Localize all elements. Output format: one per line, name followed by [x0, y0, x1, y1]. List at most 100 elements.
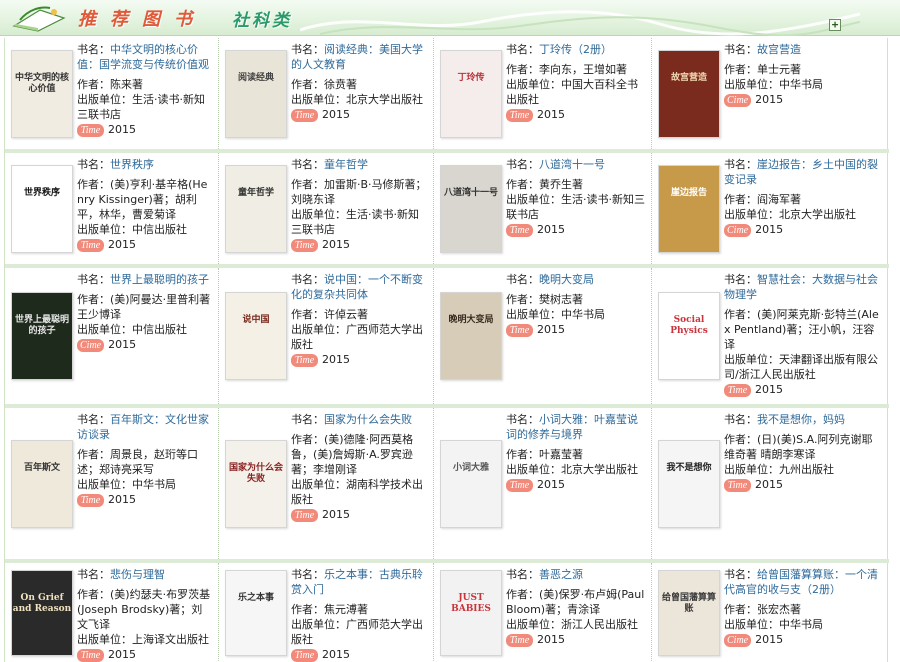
time-badge: Cime: [77, 338, 105, 352]
book-year: 2015: [755, 383, 783, 396]
book-title-label: 书名：: [506, 43, 539, 56]
book-time: Cime 2015: [724, 222, 883, 237]
book-cover-image[interactable]: 世界上最聪明的孩子: [11, 292, 73, 380]
book-title-value[interactable]: 世界秩序: [110, 158, 154, 171]
book-title: 书名：说中国：一个不断变化的复杂共同体: [291, 272, 428, 302]
book-item: 给曾国藩算算账 书名：给曾国藩算算账：一个清代高官的收与支（2册） 作者：张宏杰著出…: [652, 563, 889, 662]
book-info: 书名：童年哲学 作者：加雷斯·B·马修斯著；刘晓东译 出版单位：生活·读书·新知三联…: [291, 157, 428, 252]
book-cover-image[interactable]: 童年哲学: [225, 165, 287, 253]
book-title-label: 书名：: [291, 568, 324, 581]
book-cover-image[interactable]: 百年斯文: [11, 440, 73, 528]
book-title: 书名：阅读经典：美国大学的人文教育: [291, 42, 428, 72]
book-publisher: 出版单位：天津翻译出版有限公司/浙江人民出版社: [724, 352, 883, 382]
book-info: 书名：国家为什么会失败 作者：(美)德隆·阿西莫格鲁，(美)詹姆斯·A.罗宾逊著；…: [291, 412, 428, 522]
time-badge: Time: [506, 323, 533, 337]
book-year: 2015: [108, 493, 136, 506]
book-title: 书名：世界上最聪明的孩子: [77, 272, 213, 287]
book-time: Time 2015: [506, 107, 646, 122]
book-year: 2015: [755, 93, 784, 106]
time-badge: Time: [291, 238, 318, 252]
book-title-value[interactable]: 我不是想你，妈妈: [757, 413, 845, 426]
book-item: 说中国 书名：说中国：一个不断变化的复杂共同体 作者：许倬云著 出版单位：广西师范大学…: [219, 268, 434, 404]
book-publisher-label: 出版单位：: [506, 308, 561, 321]
book-time: Cime 2015: [724, 92, 883, 107]
book-time: Time 2015: [291, 237, 428, 252]
book-cover-image[interactable]: 说中国: [225, 292, 287, 380]
book-author-label: 作者：: [506, 448, 539, 461]
book-cover-title: 百年斯文: [23, 463, 60, 473]
book-cover-image[interactable]: 世界秩序: [11, 165, 73, 253]
book-publisher-value: 中信出版社: [132, 323, 187, 336]
book-info: 书名：丁玲传（2册） 作者：李向东，王增如著 出版单位：中国大百科全书出版社 Time…: [506, 42, 646, 122]
book-author: 作者：黄乔生著: [506, 177, 646, 192]
book-author: 作者：(日)(美)S.A.阿列克谢耶维奇著 晴朗李寒译: [724, 432, 883, 462]
book-title-value[interactable]: 丁玲传（2册）: [539, 43, 612, 56]
book-cover-image[interactable]: 崖边报告: [658, 165, 720, 253]
book-title-value[interactable]: 国家为什么会失败: [324, 413, 412, 426]
book-cover-image[interactable]: 小词大雅: [440, 440, 502, 528]
book-cover-image[interactable]: 晚明大变局: [440, 292, 502, 380]
book-cover-image[interactable]: 丁玲传: [440, 50, 502, 138]
header-swirl-decoration: [300, 10, 860, 36]
book-cover-image[interactable]: 给曾国藩算算账: [658, 570, 720, 656]
expand-button[interactable]: +: [829, 19, 841, 31]
book-cover-image[interactable]: 中华文明的核心价值: [11, 50, 73, 138]
book-cover-title: 给曾国藩算算账: [661, 593, 716, 614]
time-badge: Time: [77, 123, 104, 137]
book-author: 作者：(美)约瑟夫·布罗茨基(Joseph Brodsky)著；刘文飞译: [77, 587, 213, 632]
book-title-value[interactable]: 善恶之源: [539, 568, 583, 581]
book-info: 书名：百年斯文：文化世家访谈录 作者：周景良，赵珩等口述；郑诗亮采写 出版单位：中华…: [77, 412, 213, 507]
book-year: 2015: [108, 238, 136, 251]
book-title-label: 书名：: [291, 158, 324, 171]
book-publisher: 出版单位：中华书局: [506, 307, 646, 322]
book-cover-title: On Grief and Reason: [12, 593, 72, 614]
book-title-label: 书名：: [506, 568, 539, 581]
time-badge: Time: [506, 108, 533, 122]
book-title-value[interactable]: 童年哲学: [324, 158, 368, 171]
book-time: Time 2015: [291, 647, 428, 662]
book-title-value[interactable]: 故宫营造: [757, 43, 801, 56]
book-cover-image[interactable]: 国家为什么会失败: [225, 440, 287, 528]
book-author-label: 作者：: [506, 293, 539, 306]
book-title-value[interactable]: 世界上最聪明的孩子: [110, 273, 209, 286]
book-time: Time 2015: [291, 107, 428, 122]
book-title-value[interactable]: 晚明大变局: [539, 273, 594, 286]
book-year: 2015: [755, 223, 784, 236]
book-title-value[interactable]: 八道湾十一号: [539, 158, 605, 171]
book-title-label: 书名：: [724, 43, 757, 56]
book-title-label: 书名：: [724, 568, 757, 581]
book-cover-image[interactable]: 阅读经典: [225, 50, 287, 138]
book-cover-image[interactable]: Social Physics: [658, 292, 720, 380]
book-title: 书名：国家为什么会失败: [291, 412, 428, 427]
book-publisher-value: 北京大学出版社: [561, 463, 638, 476]
book-author: 作者：李向东，王增如著: [506, 62, 646, 77]
book-author: 作者：(美)亨利·基辛格(Henry Kissinger)著；胡利平，林华，曹爱…: [77, 177, 213, 222]
book-author-label: 作者：: [506, 63, 539, 76]
book-publisher: 出版单位：北京大学出版社: [506, 462, 646, 477]
book-publisher-value: 中华书局: [132, 478, 176, 491]
time-badge: Time: [77, 648, 104, 662]
book-title: 书名：我不是想你，妈妈: [724, 412, 883, 427]
section-header: 推荐图书 社科类 +: [0, 0, 900, 36]
book-row: 百年斯文 书名：百年斯文：文化世家访谈录 作者：周景良，赵珩等口述；郑诗亮采写 出版单…: [5, 408, 889, 563]
book-cover-image[interactable]: 乐之本事: [225, 570, 287, 656]
book-cover-image[interactable]: JUST BABIES: [440, 570, 502, 656]
book-year: 2015: [537, 108, 565, 121]
book-title: 书名：乐之本事：古典乐聆赏入门: [291, 567, 428, 597]
book-author-label: 作者：: [724, 308, 757, 321]
book-author-label: 作者：: [724, 193, 757, 206]
book-publisher: 出版单位：中华书局: [77, 477, 213, 492]
book-cover-image[interactable]: On Grief and Reason: [11, 570, 73, 656]
book-publisher-value: 北京大学出版社: [779, 208, 856, 221]
book-author-label: 作者：: [77, 448, 110, 461]
book-cover-image[interactable]: 八道湾十一号: [440, 165, 502, 253]
book-cover-title: 八道湾十一号: [443, 188, 498, 198]
book-title: 书名：童年哲学: [291, 157, 428, 172]
book-cover-image[interactable]: 我不是想你: [658, 440, 720, 528]
book-title-value[interactable]: 悲伤与理智: [110, 568, 165, 581]
book-row: On Grief and Reason 书名： 悲伤与理智作者：(美)约瑟夫·布罗茨…: [5, 563, 889, 662]
book-title-label: 书名：: [506, 273, 539, 286]
book-title: 书名：中华文明的核心价值：国学流变与传统价值观: [77, 42, 213, 72]
book-title: 书名：百年斯文：文化世家访谈录: [77, 412, 213, 442]
book-cover-image[interactable]: 故宫营造: [658, 50, 720, 138]
